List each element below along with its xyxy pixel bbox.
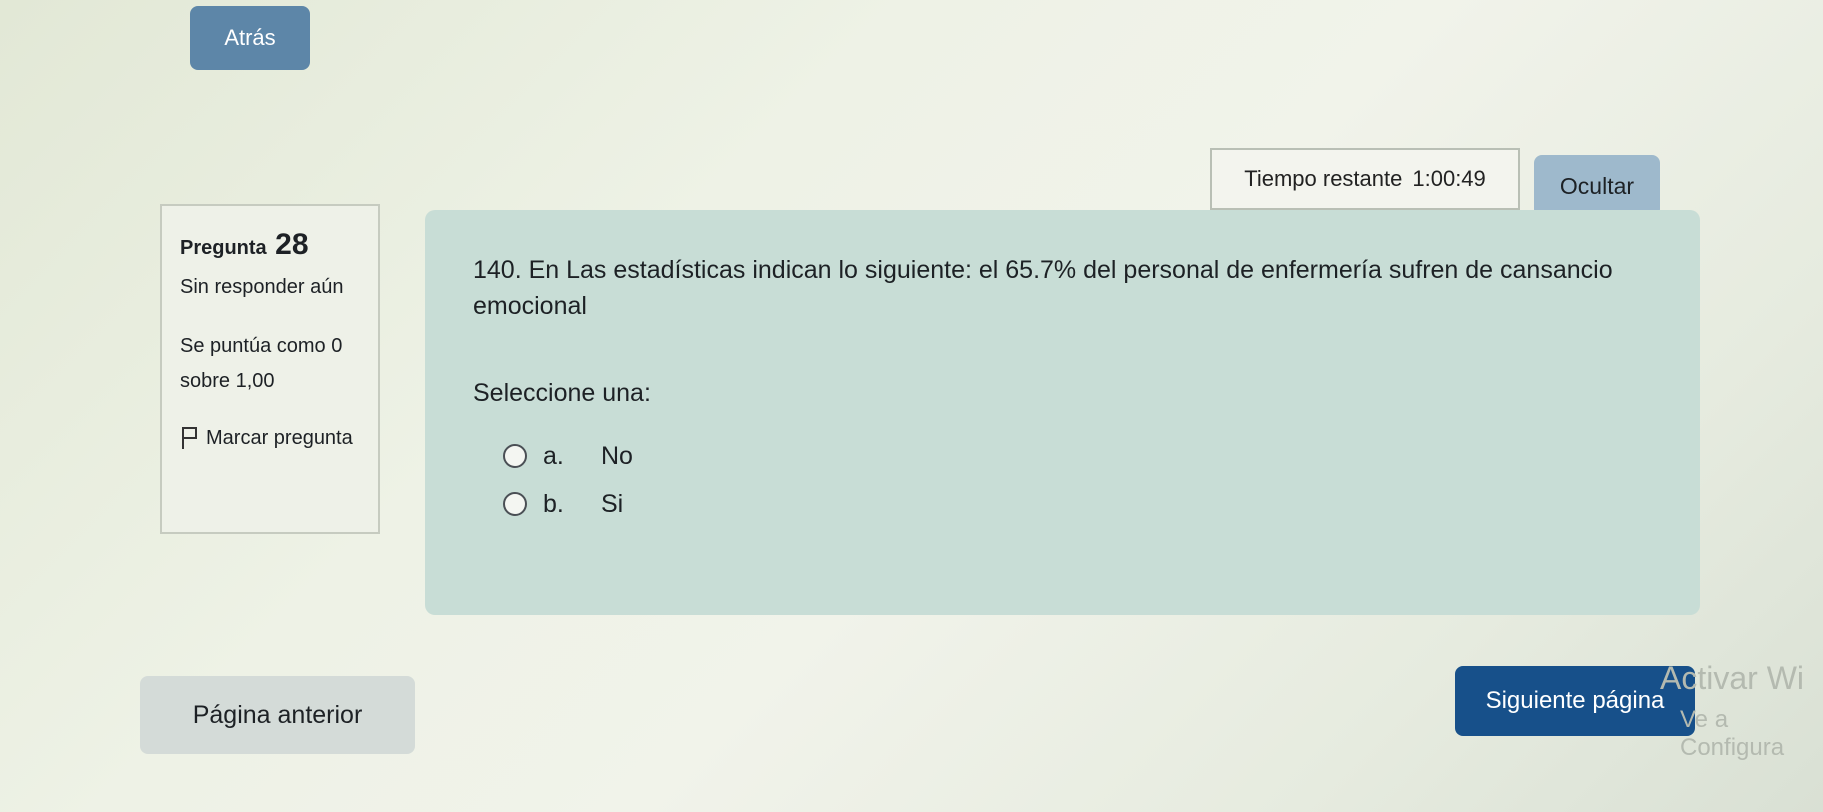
hide-timer-label: Ocultar [1559, 172, 1635, 199]
option-letter: b. [543, 489, 564, 518]
question-heading: Pregunta 28 [180, 228, 360, 262]
answer-option-b[interactable]: b. Si [503, 480, 1652, 528]
option-letter: a. [543, 441, 564, 470]
radio-button-a[interactable] [503, 444, 527, 468]
option-label: No [601, 441, 633, 470]
question-label: Pregunta [180, 237, 267, 259]
time-remaining-label: Tiempo restante [1244, 166, 1403, 191]
answer-prompt: Seleccione una: [473, 379, 651, 407]
radio-button-b[interactable] [503, 492, 527, 516]
question-number: 28 [275, 228, 309, 261]
back-button[interactable]: Atrás [190, 6, 310, 70]
answer-option-a[interactable]: a. No [503, 432, 1652, 480]
windows-activation-watermark-sub: Ve a Configura [1680, 706, 1785, 761]
question-info-panel: Pregunta 28 Sin responder aún Se puntúa … [160, 204, 380, 534]
flag-question-label: Marcar pregunta [206, 427, 353, 449]
flag-question-link[interactable]: Marcar pregunta [180, 421, 360, 456]
hide-timer-button[interactable]: Ocultar [1534, 155, 1660, 217]
question-status: Sin responder aún [180, 276, 344, 298]
next-page-button[interactable]: Siguiente página [1455, 666, 1695, 736]
question-grade: Se puntúa como 0 sobre 1,00 [180, 335, 343, 392]
next-page-label: Siguiente página [1485, 687, 1665, 714]
option-label: Si [601, 489, 624, 518]
question-text: 140. En Las estadísticas indican lo sigu… [473, 256, 1613, 320]
answer-options: a. No b. Si [503, 432, 1652, 528]
previous-page-button[interactable]: Página anterior [140, 676, 415, 754]
windows-activation-watermark: Activar Wi [1660, 660, 1804, 696]
flag-icon [180, 427, 197, 449]
previous-page-label: Página anterior [192, 700, 363, 729]
time-remaining-value: 1:00:49 [1412, 166, 1486, 191]
back-button-label: Atrás [224, 25, 276, 50]
time-remaining: Tiempo restante 1:00:49 [1210, 148, 1520, 210]
question-content: 140. En Las estadísticas indican lo sigu… [425, 210, 1700, 615]
